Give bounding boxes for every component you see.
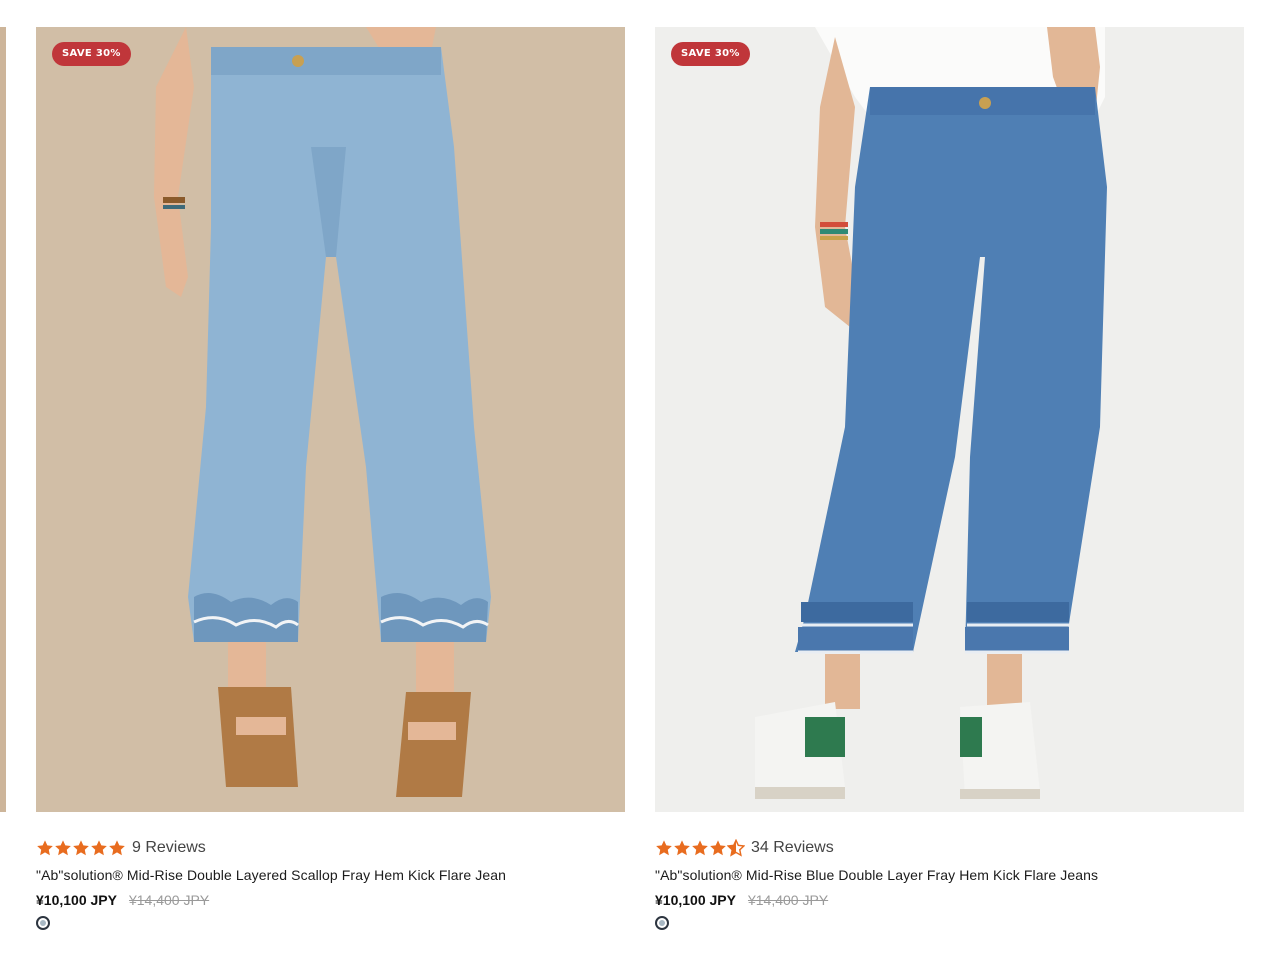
sale-price: ¥10,100 JPY	[655, 892, 736, 908]
color-swatches	[655, 916, 1244, 930]
color-swatch[interactable]	[36, 916, 50, 930]
compare-price: ¥14,400 JPY	[128, 892, 210, 908]
star-full-icon	[37, 840, 53, 856]
star-rating	[36, 839, 126, 857]
rating-row[interactable]: 34 Reviews	[655, 838, 1244, 858]
reviews-count[interactable]: 9 Reviews	[132, 839, 206, 857]
compare-price: ¥14,400 JPY	[747, 892, 829, 908]
star-full-icon	[109, 840, 125, 856]
color-swatch[interactable]	[655, 916, 669, 930]
reviews-count[interactable]: 34 Reviews	[751, 839, 834, 857]
previous-product-image-edge[interactable]	[0, 27, 6, 812]
product-photo-jeans-medium	[655, 27, 1244, 812]
sale-price: ¥10,100 JPY	[36, 892, 117, 908]
color-swatches	[36, 916, 625, 930]
product-photo-jeans-light	[36, 27, 625, 812]
product-title[interactable]: "Ab"solution® Mid-Rise Double Layered Sc…	[36, 867, 625, 883]
rating-row[interactable]: 9 Reviews	[36, 838, 625, 858]
price-row: ¥10,100 JPY ¥14,400 JPY	[36, 892, 625, 908]
product-card: SAVE 30% 9 Reviews "Ab"solution® Mid-Ris…	[36, 27, 625, 930]
product-image[interactable]: SAVE 30%	[655, 27, 1244, 812]
star-full-icon	[710, 840, 726, 856]
save-badge: SAVE 30%	[52, 42, 131, 66]
price-row: ¥10,100 JPY ¥14,400 JPY	[655, 892, 1244, 908]
product-title[interactable]: "Ab"solution® Mid-Rise Blue Double Layer…	[655, 867, 1244, 883]
star-full-icon	[55, 840, 71, 856]
star-full-icon	[656, 840, 672, 856]
product-grid: SAVE 30% 9 Reviews "Ab"solution® Mid-Ris…	[0, 0, 1272, 954]
star-full-icon	[692, 840, 708, 856]
product-image[interactable]: SAVE 30%	[36, 27, 625, 812]
star-rating	[655, 839, 745, 857]
star-half-icon	[727, 839, 745, 857]
star-full-icon	[73, 840, 89, 856]
star-full-icon	[674, 840, 690, 856]
star-full-icon	[91, 840, 107, 856]
save-badge: SAVE 30%	[671, 42, 750, 66]
product-card: SAVE 30% 34 Reviews "Ab"solution® Mid-Ri…	[655, 27, 1244, 930]
